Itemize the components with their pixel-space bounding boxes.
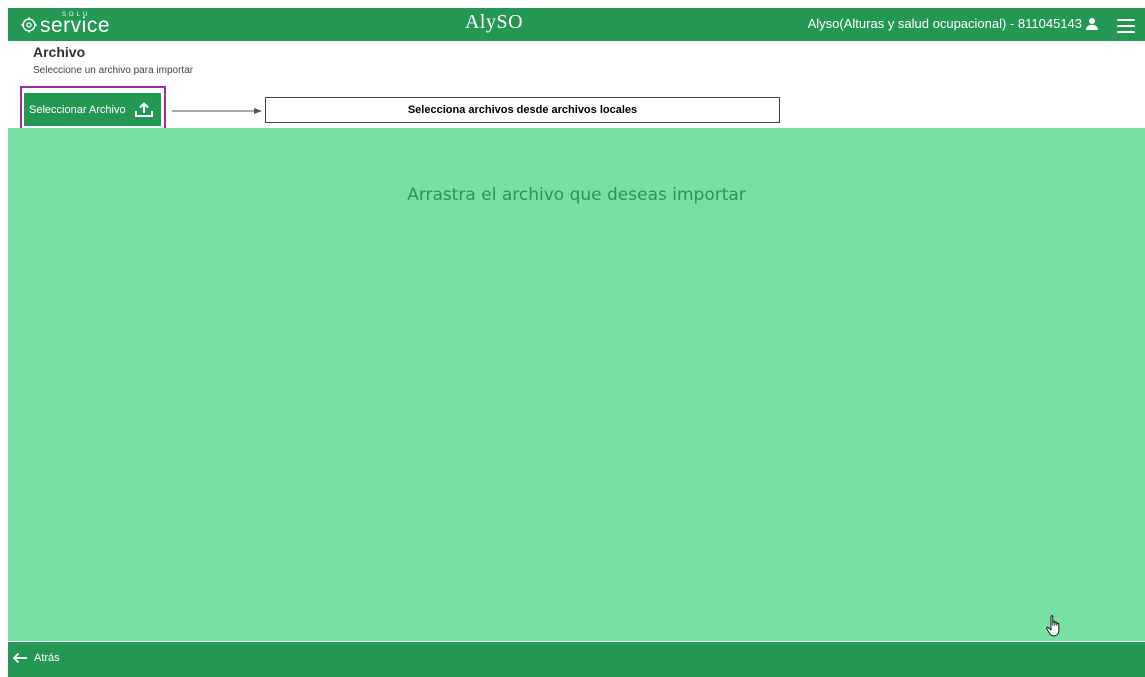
upload-icon	[135, 101, 153, 117]
back-button[interactable]: Atrás	[12, 652, 60, 664]
arrow-left-icon	[12, 652, 27, 664]
brand-gear-icon	[21, 16, 37, 33]
hand-cursor-icon	[1046, 615, 1060, 637]
file-dropzone[interactable]: Arrastra el archivo que deseas importar	[8, 128, 1145, 641]
annotation-arrow	[172, 108, 262, 114]
dropzone-prompt: Arrastra el archivo que deseas importar	[407, 185, 746, 205]
alyso-logo-text: AlySO	[464, 11, 524, 33]
brand-small-text: SOLU	[62, 12, 91, 18]
page-subtitle: Seleccione un archivo para importar	[33, 65, 194, 76]
select-file-label: Seleccionar Archivo	[29, 103, 126, 116]
brand-wordmark: SOLU service	[40, 11, 110, 38]
annotation-callout: Selecciona archivos desde archivos local…	[265, 97, 780, 123]
brand-name: service	[40, 14, 111, 37]
account-label: Alyso(Alturas y salud ocupacional) - 811…	[807, 16, 1082, 31]
page-title: Archivo	[33, 44, 86, 60]
user-icon	[1086, 17, 1098, 30]
brand-logo[interactable]: SOLU service	[20, 11, 110, 38]
top-navbar: SOLU service AlySO Alyso(Alturas y salud…	[8, 8, 1145, 41]
left-margin	[0, 0, 8, 677]
hamburger-menu-icon[interactable]	[1117, 19, 1135, 33]
alyso-logo: AlySO	[454, 11, 534, 39]
account-info[interactable]: Alyso(Alturas y salud ocupacional) - 811…	[808, 16, 1099, 31]
select-file-button[interactable]: Seleccionar Archivo	[24, 93, 161, 126]
back-label: Atrás	[34, 652, 60, 664]
bottom-bar: Atrás	[8, 642, 1145, 677]
